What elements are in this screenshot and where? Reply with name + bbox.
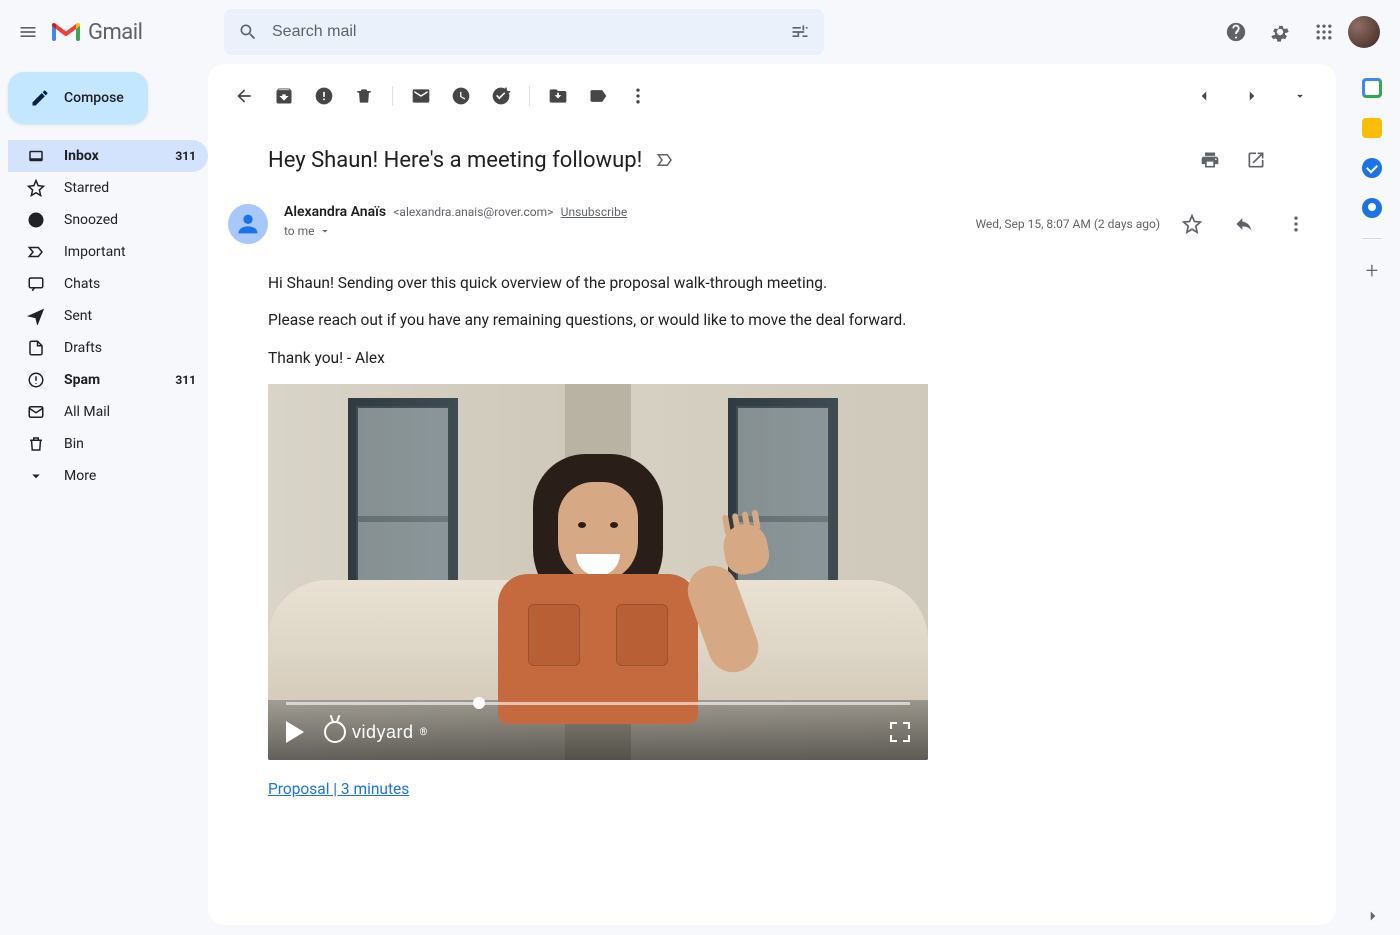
- sidebar-item-important[interactable]: Important: [8, 236, 208, 268]
- search-icon: [238, 22, 258, 42]
- star-button[interactable]: [1172, 204, 1212, 244]
- sidebar-item-label: All Mail: [64, 404, 196, 420]
- expand-icon: [26, 467, 46, 485]
- sidebar-item-inbox[interactable]: Inbox311: [8, 140, 208, 172]
- compose-label: Compose: [64, 90, 124, 106]
- print-button[interactable]: [1190, 140, 1230, 180]
- main-content: Hey Shaun! Here's a meeting followup!: [208, 64, 1336, 925]
- tasks-icon[interactable]: [1362, 158, 1382, 178]
- settings-button[interactable]: [1260, 12, 1300, 52]
- more-button[interactable]: [618, 76, 658, 116]
- older-button[interactable]: [1184, 76, 1224, 116]
- sidebar-item-label: More: [64, 468, 196, 484]
- sidebar-item-label: Inbox: [64, 148, 175, 164]
- pencil-icon: [30, 88, 50, 108]
- video-thumbnail[interactable]: vidyard®: [268, 384, 928, 760]
- video-link[interactable]: Proposal | 3 minutes: [268, 778, 409, 801]
- search-options-icon[interactable]: [790, 22, 810, 42]
- important-marker-icon[interactable]: [656, 151, 674, 169]
- sender-email: <alexandra.anais@rover.com>: [393, 205, 553, 219]
- vidyard-logo: vidyard®: [324, 719, 427, 746]
- sidebar-item-all-mail[interactable]: All Mail: [8, 396, 208, 428]
- clock-icon: [26, 211, 46, 229]
- sidebar-item-label: Spam: [64, 372, 175, 388]
- sidebar-item-label: Sent: [64, 308, 196, 324]
- star-icon: [26, 179, 46, 197]
- sender-avatar[interactable]: [228, 204, 268, 244]
- account-avatar[interactable]: [1348, 16, 1380, 48]
- sidebar-item-count: 311: [175, 149, 196, 163]
- play-icon[interactable]: [286, 721, 304, 743]
- mail-icon: [26, 403, 46, 421]
- sidebar-item-starred[interactable]: Starred: [8, 172, 208, 204]
- sidebar-item-drafts[interactable]: Drafts: [8, 332, 208, 364]
- video-progress-bar[interactable]: [286, 702, 910, 705]
- compose-button[interactable]: Compose: [8, 72, 148, 124]
- move-to-button[interactable]: [538, 76, 578, 116]
- sidebar-item-sent[interactable]: Sent: [8, 300, 208, 332]
- newer-button[interactable]: [1232, 76, 1272, 116]
- spam-icon: [26, 371, 46, 389]
- delete-button[interactable]: [344, 76, 384, 116]
- main-menu-button[interactable]: [8, 12, 48, 52]
- email-timestamp: Wed, Sep 15, 8:07 AM (2 days ago): [975, 217, 1160, 231]
- sidebar: Compose Inbox311StarredSnoozedImportantC…: [0, 64, 208, 935]
- logo[interactable]: Gmail: [52, 20, 142, 45]
- labels-button[interactable]: [578, 76, 618, 116]
- email-subject: Hey Shaun! Here's a meeting followup!: [268, 148, 642, 173]
- trash-icon: [26, 435, 46, 453]
- archive-button[interactable]: [264, 76, 304, 116]
- contacts-icon[interactable]: [1362, 198, 1382, 218]
- sidebar-item-label: Chats: [64, 276, 196, 292]
- input-tools-button[interactable]: [1280, 76, 1320, 116]
- chat-icon: [26, 275, 46, 293]
- toolbar: [208, 72, 1336, 120]
- header: Gmail: [0, 0, 1400, 64]
- body-paragraph: Please reach out if you have any remaini…: [268, 309, 1276, 332]
- sidebar-item-spam[interactable]: Spam311: [8, 364, 208, 396]
- side-panel: +: [1344, 64, 1400, 935]
- inbox-icon: [26, 147, 46, 165]
- report-spam-button[interactable]: [304, 76, 344, 116]
- body-paragraph: Thank you! - Alex: [268, 347, 1276, 370]
- fullscreen-icon[interactable]: [890, 722, 910, 742]
- mark-unread-button[interactable]: [401, 76, 441, 116]
- sidebar-item-bin[interactable]: Bin: [8, 428, 208, 460]
- unsubscribe-link[interactable]: Unsubscribe: [561, 205, 628, 219]
- open-new-window-button[interactable]: [1236, 140, 1276, 180]
- add-addon-icon[interactable]: +: [1366, 259, 1378, 284]
- sidebar-item-label: Snoozed: [64, 212, 196, 228]
- hide-side-panel-icon[interactable]: [1364, 907, 1382, 929]
- sender-name: Alexandra Anaïs: [284, 204, 386, 220]
- more-actions-button[interactable]: [1276, 204, 1316, 244]
- sidebar-item-count: 311: [175, 373, 196, 387]
- show-details-icon[interactable]: [319, 225, 331, 237]
- gmail-m-icon: [52, 21, 80, 43]
- support-button[interactable]: [1216, 12, 1256, 52]
- body-paragraph: Hi Shaun! Sending over this quick overvi…: [268, 272, 1276, 295]
- search-input[interactable]: [272, 23, 790, 41]
- logo-text: Gmail: [88, 20, 142, 45]
- sidebar-item-label: Starred: [64, 180, 196, 196]
- search-bar[interactable]: [224, 9, 824, 55]
- send-icon: [26, 307, 46, 325]
- snooze-button[interactable]: [441, 76, 481, 116]
- add-to-tasks-button[interactable]: [481, 76, 521, 116]
- file-icon: [26, 339, 46, 357]
- keep-icon[interactable]: [1362, 118, 1382, 138]
- back-button[interactable]: [224, 76, 264, 116]
- sidebar-item-label: Drafts: [64, 340, 196, 356]
- sidebar-item-chats[interactable]: Chats: [8, 268, 208, 300]
- sidebar-item-label: Important: [64, 244, 196, 260]
- important-icon: [26, 243, 46, 261]
- sidebar-item-snoozed[interactable]: Snoozed: [8, 204, 208, 236]
- apps-button[interactable]: [1304, 12, 1344, 52]
- calendar-icon[interactable]: [1362, 78, 1382, 98]
- sidebar-item-more[interactable]: More: [8, 460, 208, 492]
- reply-button[interactable]: [1224, 204, 1264, 244]
- sidebar-item-label: Bin: [64, 436, 196, 452]
- to-line: to me: [284, 224, 315, 238]
